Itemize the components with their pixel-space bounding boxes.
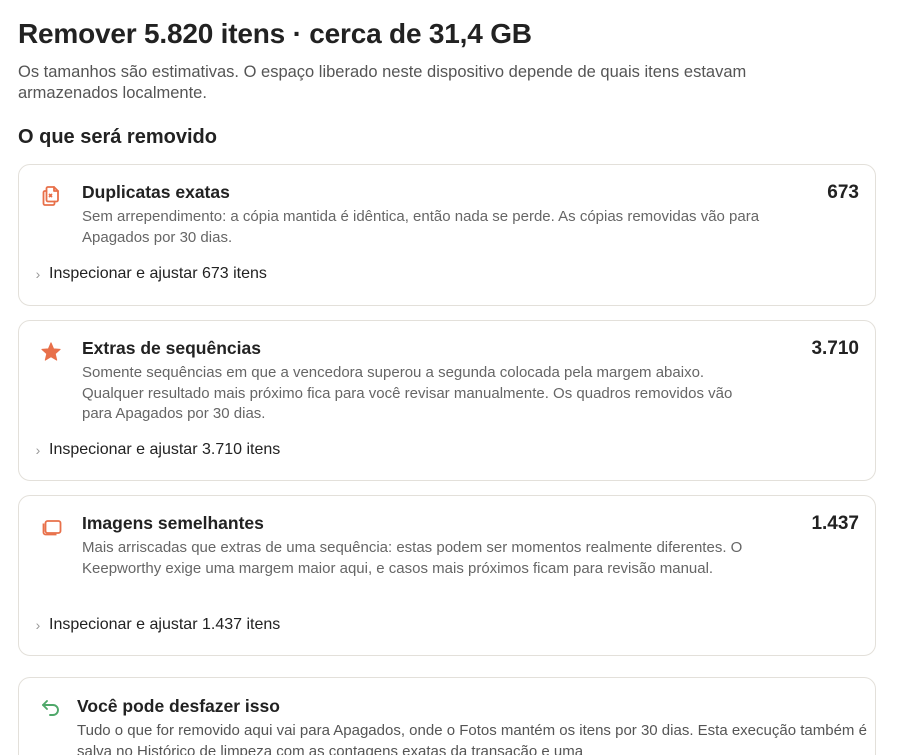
category-description: Sem arrependimento: a cópia mantida é id… [82,208,760,246]
undo-arrow-icon [39,696,63,720]
category-card-burst-extras: Extras de sequências 3.710 Somente sequê… [18,320,876,481]
category-count: 1.437 [811,513,859,534]
category-count: 3.710 [811,338,859,359]
category-title: Extras de sequências [82,338,261,358]
inspect-label: Inspecionar e ajustar 673 itens [49,265,267,282]
star-icon [39,340,63,364]
inspect-label: Inspecionar e ajustar 3.710 itens [49,441,281,458]
duplicate-files-icon [39,184,63,208]
section-heading: O que será removido [18,126,217,148]
category-count: 673 [827,182,859,203]
inspect-label: Inspecionar e ajustar 1.437 itens [49,616,281,633]
undo-title: Você pode desfazer isso [77,696,280,716]
inspect-burst-extras-button[interactable]: › Inspecionar e ajustar 3.710 itens [33,441,281,459]
cleanup-summary-page: Remover 5.820 itens · cerca de 31,4 GB O… [0,0,900,755]
page-subtitle: Os tamanhos são estimativas. O espaço li… [18,63,747,102]
category-title: Duplicatas exatas [82,182,230,202]
chevron-right-icon: › [35,442,41,458]
category-description: Somente sequências em que a vencedora su… [82,364,733,422]
undo-description: Tudo o que for removido aqui vai para Ap… [77,722,867,755]
stacked-photos-icon [39,515,63,539]
chevron-right-icon: › [35,266,41,282]
category-card-duplicates: Duplicatas exatas 673 Sem arrependimento… [18,164,876,306]
category-description: Mais arriscadas que extras de uma sequên… [82,539,743,577]
category-title: Imagens semelhantes [82,513,264,533]
undo-info-card: Você pode desfazer isso Tudo o que for r… [18,677,876,755]
page-title: Remover 5.820 itens · cerca de 31,4 GB [18,18,532,49]
chevron-right-icon: › [35,617,41,633]
inspect-duplicates-button[interactable]: › Inspecionar e ajustar 673 itens [33,265,267,283]
category-card-similar-images: Imagens semelhantes 1.437 Mais arriscada… [18,495,876,656]
inspect-similar-images-button[interactable]: › Inspecionar e ajustar 1.437 itens [33,616,281,634]
